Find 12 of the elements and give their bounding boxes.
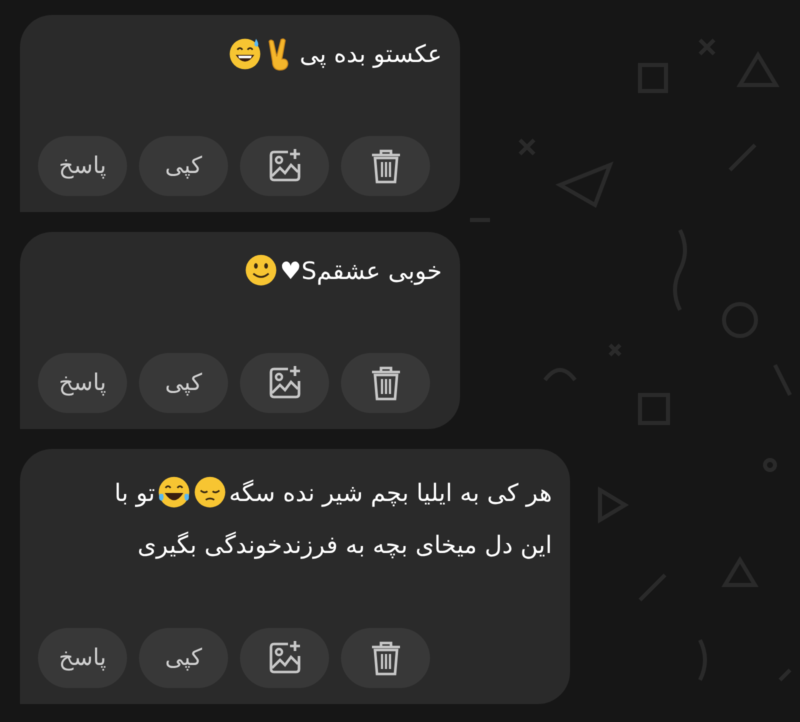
reply-button[interactable]: پاسخ [38,136,127,196]
message-text: این دل میخای بچه به فرزندخوندگی بگیری [137,530,552,561]
message-text: هر کی به ایلیا بچم شیر نده سگه [229,478,552,509]
reply-button[interactable]: پاسخ [38,628,127,688]
copy-button[interactable]: کپی [139,136,228,196]
message-text: تو با [114,478,156,509]
copy-button[interactable]: کپی [139,353,228,413]
copy-button[interactable]: کپی [139,628,228,688]
grinning-sweat-emoji-icon [228,36,262,72]
message-text: عکستو بده پی [300,39,442,70]
message-text: خوبی عشقمS♥ [280,256,442,287]
reply-button[interactable]: پاسخ [38,353,127,413]
